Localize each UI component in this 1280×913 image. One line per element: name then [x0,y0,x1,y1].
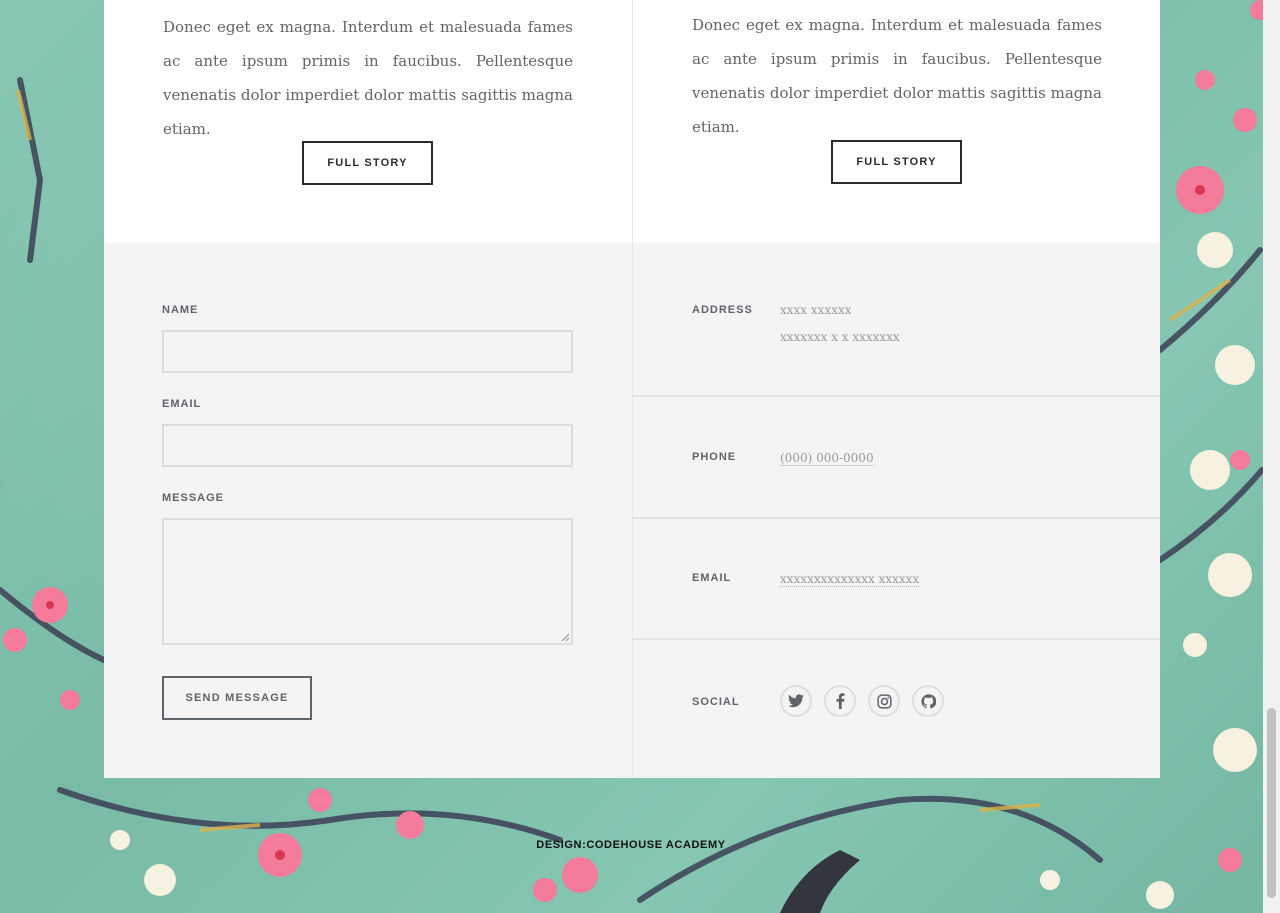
contact-info: ADDRESS xxxx xxxxxx xxxxxxx x x xxxxxxx … [633,243,1160,778]
social-row: SOCIAL [633,640,1160,778]
email-row: EMAIL xxxxxxxxxxxxxx xxxxxx [633,519,1160,638]
story-card: Donec eget ex magna. Interdum et malesua… [104,0,632,243]
instagram-button[interactable] [868,685,900,717]
footer-credit: DESIGN:CODEHOUSE ACADEMY [536,839,726,851]
address-label: ADDRESS [692,304,753,316]
name-field[interactable] [162,330,573,373]
github-icon [920,693,936,708]
facebook-button[interactable] [824,685,856,717]
full-story-button[interactable]: FULL STORY [302,141,433,185]
phone-link[interactable]: (000) 000-0000 [780,451,874,466]
facebook-icon [836,693,844,709]
contact-email-label: EMAIL [692,572,732,584]
resize-grip-icon[interactable] [561,633,569,641]
address-row: ADDRESS xxxx xxxxxx xxxxxxx x x xxxxxxx [633,243,1160,395]
phone-label: PHONE [692,451,737,463]
name-label: NAME [162,304,199,316]
story-card: Donec eget ex magna. Interdum et malesua… [633,0,1161,243]
github-button[interactable] [912,685,944,717]
email-link[interactable]: xxxxxxxxxxxxxx xxxxxx [780,572,920,587]
column-divider [632,0,633,778]
twitter-icon [788,694,804,708]
instagram-icon [876,693,892,709]
send-message-button[interactable]: SEND MESSAGE [162,676,312,720]
scrollbar[interactable] [1263,0,1280,913]
twitter-button[interactable] [780,685,812,717]
address-line: xxxx xxxxxx [780,303,852,317]
story-excerpt: Donec eget ex magna. Interdum et malesua… [163,18,573,138]
message-label: MESSAGE [162,492,225,504]
full-story-button[interactable]: FULL STORY [831,140,962,184]
phone-row: PHONE (000) 000-0000 [633,397,1160,517]
email-field[interactable] [162,424,573,467]
email-label: EMAIL [162,398,202,410]
address-line: xxxxxxx x x xxxxxxx [780,330,900,344]
social-label: SOCIAL [692,696,740,708]
scrollbar-thumb[interactable] [1267,708,1276,898]
message-field[interactable] [162,518,573,645]
story-excerpt: Donec eget ex magna. Interdum et malesua… [692,16,1102,136]
main-content: Donec eget ex magna. Interdum et malesua… [104,0,1160,778]
